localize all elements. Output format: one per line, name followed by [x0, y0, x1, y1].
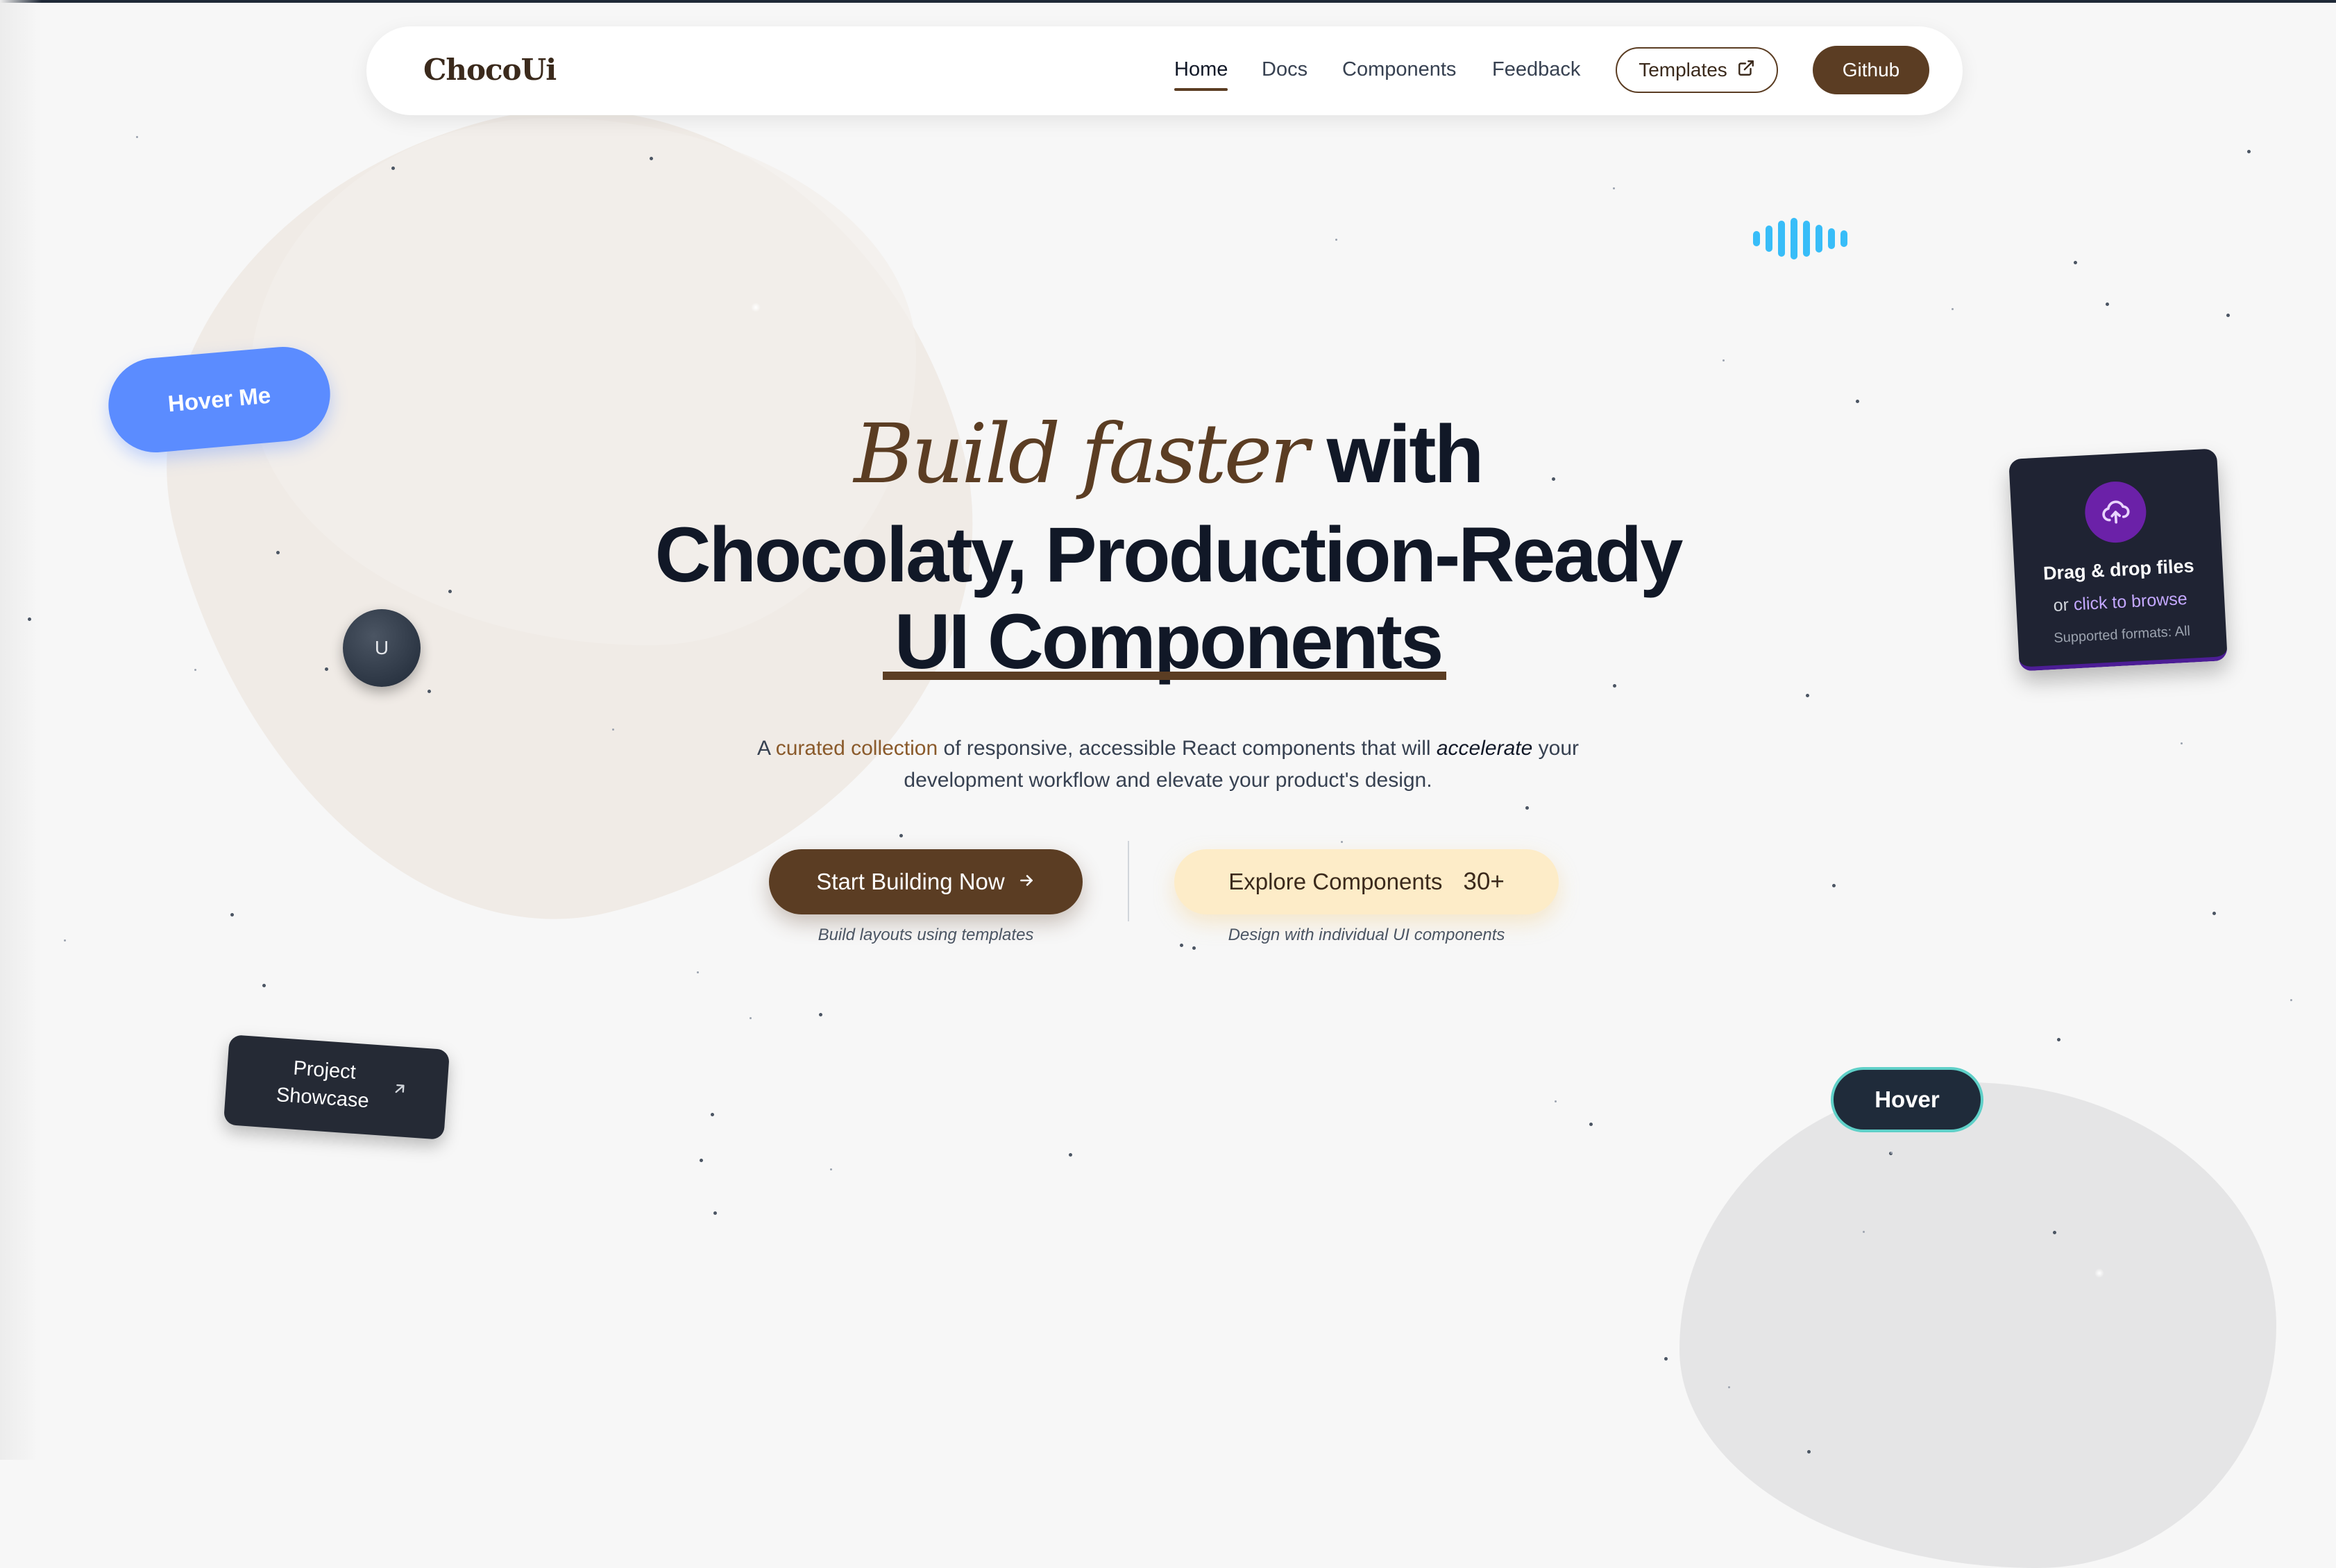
star-dot [230, 913, 234, 917]
templates-button[interactable]: Templates [1616, 47, 1778, 93]
star-dot [711, 1113, 714, 1116]
star-dot [2057, 1038, 2060, 1041]
nav-link-docs[interactable]: Docs [1262, 58, 1307, 81]
cloud-upload-icon [2083, 479, 2148, 545]
decorative-blob-gray [1679, 1082, 2276, 1568]
components-count-badge: 30+ [1463, 868, 1505, 895]
showcase-label: Project Showcase [266, 1053, 381, 1116]
star-dot [2181, 742, 2183, 744]
star-dot [1723, 359, 1725, 361]
subtitle-text: of responsive, accessible React componen… [943, 737, 1431, 760]
hero-title-underline [883, 672, 1446, 680]
window-top-border [0, 0, 2336, 3]
star-dot [697, 971, 699, 973]
star-dot [2226, 314, 2230, 317]
left-edge-shade [0, 0, 42, 1460]
project-showcase-card[interactable]: Project Showcase [223, 1034, 450, 1140]
dropzone-or-text: or [2053, 595, 2070, 615]
explore-components-button[interactable]: Explore Components 30+ [1174, 849, 1559, 914]
dropzone-formats-note: Supported formats: All [2053, 623, 2191, 646]
navbar: ChocoUi Home Docs Components Feedback Te… [366, 26, 1963, 115]
star-dot [1525, 806, 1529, 810]
arrow-up-right-icon [390, 1077, 409, 1106]
logo[interactable]: ChocoUi [423, 53, 557, 87]
star-dot [2212, 912, 2216, 915]
dropzone-title: Drag & drop files [2042, 555, 2195, 584]
avatar[interactable]: U [343, 609, 421, 687]
hero-title-with: with [1326, 409, 1484, 500]
star-dot [819, 1013, 822, 1016]
github-button[interactable]: Github [1813, 46, 1929, 94]
star-dot [750, 1017, 752, 1019]
star-dot [1863, 1231, 1865, 1233]
templates-label: Templates [1639, 59, 1727, 80]
star-dot [650, 157, 653, 160]
star-dot [1728, 1386, 1730, 1388]
star-dot [713, 1211, 717, 1215]
hero-title-line1: Build faster with [0, 406, 2336, 502]
explore-components-caption: Design with individual UI components [1228, 926, 1505, 944]
star-dot [1856, 400, 1859, 403]
cta-divider [1128, 841, 1129, 921]
star-dot [2106, 302, 2109, 306]
star-dot [1613, 187, 1615, 189]
star-dot [1807, 1450, 1811, 1454]
star-dot [428, 690, 431, 693]
star-dot [1589, 1123, 1593, 1126]
star-dot [1890, 1152, 1893, 1154]
file-dropzone-card[interactable]: Drag & drop files or click to browse Sup… [2008, 448, 2228, 672]
star-dot [899, 834, 903, 837]
subtitle-emphasis: accelerate [1436, 737, 1533, 760]
dropzone-subtitle: or click to browse [2016, 587, 2225, 618]
star-dot [2053, 1231, 2056, 1234]
star-dot [1832, 884, 1836, 887]
star-dot [2247, 150, 2251, 153]
star-dot [612, 728, 614, 731]
subtitle-highlight: curated collection [775, 737, 938, 760]
star-dot [1341, 841, 1343, 843]
hero-title-line2: Chocolaty, Production-Ready [654, 511, 1684, 598]
start-building-button[interactable]: Start Building Now [769, 849, 1083, 914]
hero-subtitle: A curated collection of responsive, acce… [736, 733, 1600, 796]
sparkle [2094, 1268, 2104, 1278]
star-dot [1069, 1153, 1072, 1157]
audio-wave-icon [1753, 218, 1847, 259]
arrow-right-icon [1017, 869, 1035, 895]
star-dot [1664, 1357, 1668, 1361]
nav-link-feedback[interactable]: Feedback [1492, 58, 1580, 81]
star-dot [1952, 308, 1954, 310]
star-dot [262, 984, 266, 987]
explore-components-label: Explore Components [1228, 869, 1443, 894]
star-dot [1192, 946, 1196, 950]
nav-link-components[interactable]: Components [1342, 58, 1456, 81]
browse-link[interactable]: click to browse [2073, 589, 2187, 615]
star-dot [136, 136, 138, 138]
sparkle [751, 302, 761, 312]
nav-link-home[interactable]: Home [1174, 58, 1228, 91]
star-dot [64, 939, 66, 941]
hover-button[interactable]: Hover [1831, 1067, 1983, 1132]
star-dot [2290, 999, 2292, 1001]
star-dot [830, 1168, 832, 1170]
hero-title-italic: Build faster [854, 406, 1308, 502]
star-dot [700, 1159, 703, 1162]
start-building-label: Start Building Now [816, 869, 1005, 894]
star-dot [391, 167, 395, 170]
star-dot [1555, 1100, 1557, 1102]
star-dot [1335, 239, 1337, 241]
subtitle-text: A [757, 737, 770, 760]
start-building-caption: Build layouts using templates [818, 926, 1034, 944]
star-dot [2074, 261, 2077, 264]
external-link-icon [1737, 59, 1755, 82]
star-dot [1806, 694, 1809, 697]
